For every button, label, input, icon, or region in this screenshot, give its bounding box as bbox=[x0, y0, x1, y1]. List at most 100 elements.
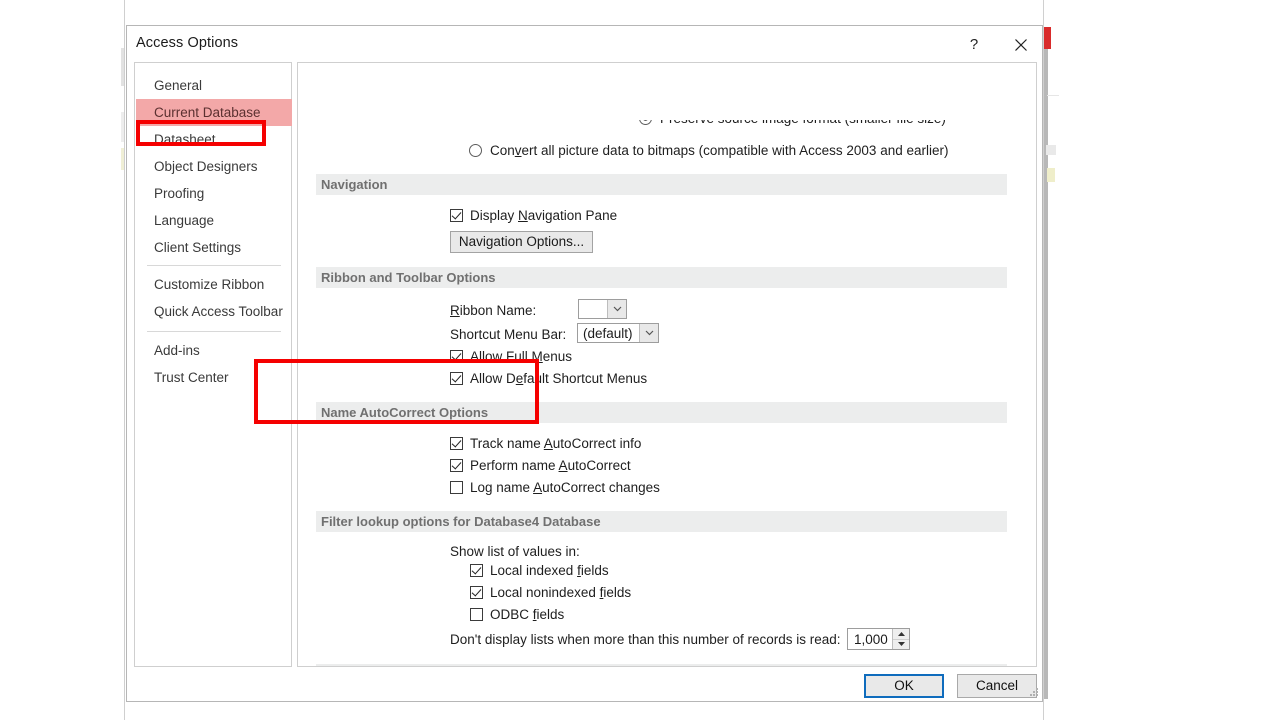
local-indexed-fields-row[interactable]: Local indexed fields bbox=[470, 563, 609, 578]
sidebar-item-general[interactable]: General bbox=[136, 72, 292, 99]
background-left-rule bbox=[124, 0, 125, 720]
background-left-fragment-1 bbox=[121, 48, 124, 86]
options-sidebar: General Current Database Datasheet Objec… bbox=[134, 62, 292, 667]
perform-name-autocorrect-label-key: A bbox=[558, 458, 568, 473]
screen: Access Options ? General Current Databas… bbox=[0, 0, 1280, 720]
track-name-autocorrect-info-row[interactable]: Track name AutoCorrect info bbox=[450, 436, 641, 451]
local-nonindexed-fields-row[interactable]: Local nonindexed fields bbox=[470, 585, 631, 600]
help-icon[interactable]: ? bbox=[958, 31, 990, 59]
perform-name-autocorrect-label-post: utoCorrect bbox=[567, 458, 631, 473]
section-header-caching: Caching Web Service and SharePoint table… bbox=[316, 664, 1007, 666]
dialog-titlebar: Access Options ? bbox=[127, 26, 1042, 62]
perform-name-autocorrect-label-pre: Perform name bbox=[470, 458, 559, 473]
sidebar-item-trust-center[interactable]: Trust Center bbox=[136, 364, 292, 391]
resize-grip[interactable] bbox=[1030, 688, 1040, 698]
chevron-down-icon[interactable] bbox=[639, 324, 658, 342]
cancel-button[interactable]: Cancel bbox=[957, 674, 1037, 698]
background-red-marker bbox=[1044, 27, 1051, 49]
stepper-down-icon[interactable] bbox=[893, 640, 909, 650]
ok-button[interactable]: OK bbox=[864, 674, 944, 698]
preserve-source-image-format-radio[interactable] bbox=[639, 120, 652, 125]
preserve-source-image-format-row[interactable]: Preserve source image format (smaller fi… bbox=[639, 120, 999, 130]
shortcut-menu-bar-value: (default) bbox=[583, 325, 633, 341]
shortcut-menu-bar-combo[interactable]: (default) bbox=[577, 323, 659, 343]
options-content-inner: Preserve source image format (smaller fi… bbox=[298, 63, 1011, 666]
log-name-autocorrect-changes-row[interactable]: Log name AutoCorrect changes bbox=[450, 480, 660, 495]
ribbon-name-label: Ribbon Name: bbox=[450, 303, 536, 318]
background-fragment-2 bbox=[1046, 145, 1056, 155]
sidebar-item-customize-ribbon[interactable]: Customize Ribbon bbox=[136, 271, 292, 298]
section-header-navigation: Navigation bbox=[316, 174, 1007, 195]
background-left-fragment-3 bbox=[121, 148, 124, 170]
local-nonindexed-fields-label-pre: Local nonindexed bbox=[490, 585, 600, 600]
perform-name-autocorrect-checkbox[interactable] bbox=[450, 459, 463, 472]
section-header-filter-lookup: Filter lookup options for Database4 Data… bbox=[316, 511, 1007, 532]
allow-full-menus-label-pre: Allow Full bbox=[470, 349, 532, 364]
convert-bitmaps-label-pre: Con bbox=[490, 143, 515, 158]
convert-bitmaps-radio[interactable] bbox=[469, 144, 482, 157]
stepper-buttons[interactable] bbox=[892, 629, 909, 649]
background-left-fragment-2 bbox=[121, 112, 124, 142]
display-navigation-pane-row[interactable]: Display Navigation Pane bbox=[450, 208, 617, 223]
allow-full-menus-checkbox[interactable] bbox=[450, 350, 463, 363]
sidebar-item-proofing[interactable]: Proofing bbox=[136, 180, 292, 207]
chevron-down-icon[interactable] bbox=[607, 300, 626, 318]
display-navigation-pane-label-post: avigation Pane bbox=[527, 208, 618, 223]
local-indexed-fields-checkbox[interactable] bbox=[470, 564, 483, 577]
sidebar-item-add-ins[interactable]: Add-ins bbox=[136, 337, 292, 364]
close-icon[interactable] bbox=[1005, 31, 1037, 59]
preserve-source-image-format-label: Preserve source image format (smaller fi… bbox=[660, 120, 946, 126]
allow-full-menus-label-post: enus bbox=[542, 349, 573, 364]
track-name-autocorrect-info-label-key: A bbox=[543, 436, 553, 451]
sidebar-item-quick-access-toolbar[interactable]: Quick Access Toolbar bbox=[136, 298, 292, 325]
sidebar-item-object-designers[interactable]: Object Designers bbox=[136, 153, 292, 180]
odbc-fields-checkbox[interactable] bbox=[470, 608, 483, 621]
access-options-dialog: Access Options ? General Current Databas… bbox=[126, 25, 1043, 702]
ribbon-name-label-rest: ibbon Name: bbox=[459, 303, 537, 318]
sidebar-item-language[interactable]: Language bbox=[136, 207, 292, 234]
perform-name-autocorrect-row[interactable]: Perform name AutoCorrect bbox=[450, 458, 631, 473]
sidebar-item-client-settings[interactable]: Client Settings bbox=[136, 234, 292, 261]
background-window bbox=[1043, 0, 1280, 720]
sidebar-item-current-database[interactable]: Current Database bbox=[136, 99, 292, 126]
log-name-autocorrect-changes-label-key: A bbox=[533, 480, 543, 495]
convert-bitmaps-row[interactable]: Convert all picture data to bitmaps (com… bbox=[469, 143, 948, 158]
ribbon-name-combo[interactable] bbox=[578, 299, 627, 319]
odbc-fields-label-pre: ODBC bbox=[490, 607, 533, 622]
background-fragment-3 bbox=[1047, 168, 1055, 182]
odbc-fields-row[interactable]: ODBC fields bbox=[470, 607, 564, 622]
background-fragment-1 bbox=[1047, 95, 1059, 96]
section-header-name-autocorrect: Name AutoCorrect Options bbox=[316, 402, 1007, 423]
track-name-autocorrect-info-label-pre: Track name bbox=[470, 436, 544, 451]
display-navigation-pane-label-pre: Display bbox=[470, 208, 519, 223]
stepper-up-icon[interactable] bbox=[893, 629, 909, 640]
convert-bitmaps-label-key: v bbox=[514, 143, 522, 158]
allow-full-menus-row[interactable]: Allow Full Menus bbox=[450, 349, 572, 364]
sidebar-item-datasheet[interactable]: Datasheet bbox=[136, 126, 292, 153]
odbc-fields-label-post: ields bbox=[536, 607, 565, 622]
sidebar-divider-2 bbox=[147, 331, 281, 332]
allow-default-shortcut-menus-label-pre: Allow D bbox=[470, 371, 516, 386]
display-navigation-pane-label-key: N bbox=[518, 208, 528, 223]
dialog-title: Access Options bbox=[136, 35, 239, 51]
convert-bitmaps-label-post: ert all picture data to bitmaps (compati… bbox=[521, 143, 949, 158]
navigation-options-button[interactable]: Navigation Options... bbox=[450, 231, 593, 253]
section-header-ribbon: Ribbon and Toolbar Options bbox=[316, 267, 1007, 288]
allow-full-menus-label-key: M bbox=[531, 349, 543, 364]
track-name-autocorrect-info-checkbox[interactable] bbox=[450, 437, 463, 450]
records-threshold-stepper[interactable]: 1,000 bbox=[847, 628, 910, 650]
local-nonindexed-fields-checkbox[interactable] bbox=[470, 586, 483, 599]
show-list-of-values-label: Show list of values in: bbox=[450, 544, 580, 559]
allow-default-shortcut-menus-label-post: fault Shortcut Menus bbox=[523, 371, 648, 386]
records-threshold-value: 1,000 bbox=[854, 631, 888, 647]
display-navigation-pane-checkbox[interactable] bbox=[450, 209, 463, 222]
ribbon-name-label-key: R bbox=[450, 303, 460, 318]
sidebar-divider-1 bbox=[147, 265, 281, 266]
track-name-autocorrect-info-label-post: utoCorrect info bbox=[552, 436, 642, 451]
log-name-autocorrect-changes-label-pre: Log name bbox=[470, 480, 534, 495]
allow-default-shortcut-menus-checkbox[interactable] bbox=[450, 372, 463, 385]
local-indexed-fields-label-pre: Local indexed bbox=[490, 563, 578, 578]
allow-default-shortcut-menus-row[interactable]: Allow Default Shortcut Menus bbox=[450, 371, 647, 386]
options-content-pane: Preserve source image format (smaller fi… bbox=[297, 62, 1037, 667]
log-name-autocorrect-changes-checkbox[interactable] bbox=[450, 481, 463, 494]
